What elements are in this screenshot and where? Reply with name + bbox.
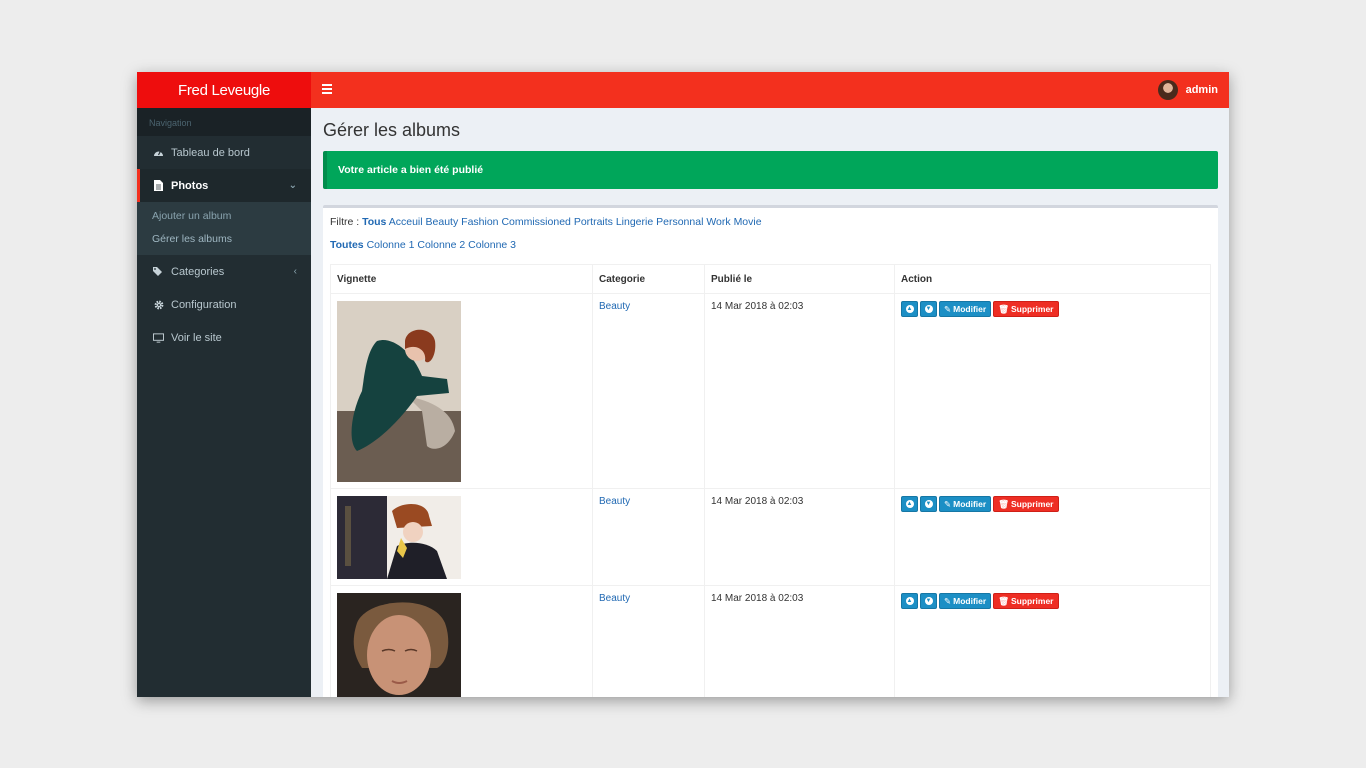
user-menu[interactable]: admin — [1157, 80, 1218, 100]
success-alert: Votre article a bien été publié — [323, 151, 1218, 189]
table-row: Beauty 14 Mar 2018 à 02:03 ▲ ▼ ✎ Modifier… — [330, 293, 1211, 489]
trash-icon: 🗑︎ — [998, 303, 1009, 314]
modify-button[interactable]: ✎ Modifier — [939, 496, 992, 512]
sidebar-item-categories[interactable]: Categories ‹ — [137, 255, 311, 288]
category-link[interactable]: Beauty — [599, 496, 630, 507]
menu-toggle-icon[interactable] — [322, 84, 332, 94]
modify-button[interactable]: ✎ Modifier — [939, 593, 992, 609]
arrow-up-icon: ▲ — [905, 597, 914, 605]
column-filter-link[interactable]: Colonne 2 — [417, 239, 465, 251]
category-link[interactable]: Beauty — [599, 593, 630, 604]
table-row: Beauty 14 Mar 2018 à 02:03 ▲ ▼ ✎ Modifier… — [330, 488, 1211, 586]
move-down-button[interactable]: ▼ — [920, 301, 937, 317]
arrow-down-icon: ▼ — [924, 500, 933, 508]
page-title: Gérer les albums — [323, 120, 461, 140]
photos-submenu: Ajouter un album Gérer les albums — [137, 202, 311, 255]
arrow-up-icon: ▲ — [905, 305, 914, 313]
chevron-left-icon: ‹ — [293, 266, 297, 277]
delete-button[interactable]: 🗑︎ Supprimer — [993, 301, 1059, 317]
alert-message: Votre article a bien été publié — [338, 164, 484, 176]
filter-link[interactable]: Lingerie — [616, 216, 653, 228]
filter-link[interactable]: Beauty — [426, 216, 459, 228]
column-header: Vignette — [330, 264, 593, 294]
sidebar-section-label: Navigation — [137, 108, 311, 136]
arrow-down-icon: ▼ — [924, 305, 933, 313]
filter-link[interactable]: Portraits — [574, 216, 613, 228]
file-icon — [153, 180, 164, 191]
edit-icon: ✎ — [944, 498, 952, 509]
publish-date: 14 Mar 2018 à 02:03 — [704, 585, 895, 697]
move-up-button[interactable]: ▲ — [901, 593, 918, 609]
column-filter-link[interactable]: Toutes — [330, 239, 364, 251]
sidebar-item-label: Photos — [171, 179, 209, 192]
submenu-item-manage-albums[interactable]: Gérer les albums — [137, 228, 311, 251]
category-filter: Filtre : Tous Acceuil Beauty Fashion Com… — [330, 216, 1211, 233]
table-header-row: Vignette Categorie Publié le Action — [330, 264, 1211, 294]
sidebar-item-dashboard[interactable]: Tableau de bord — [137, 136, 311, 169]
column-filter: Toutes Colonne 1 Colonne 2 Colonne 3 — [330, 239, 1211, 255]
column-header: Publié le — [704, 264, 895, 294]
sidebar: Navigation Tableau de bord Photos ⌄ Ajou… — [137, 108, 311, 697]
brand-name: Fred Leveugle — [178, 81, 270, 99]
desktop-icon — [153, 332, 164, 343]
filter-link[interactable]: Commissioned — [501, 216, 570, 228]
filter-label: Filtre : — [330, 216, 360, 228]
category-link[interactable]: Beauty — [599, 301, 630, 312]
column-filter-link[interactable]: Colonne 1 — [367, 239, 415, 251]
filter-link[interactable]: Acceuil — [389, 216, 423, 228]
album-thumbnail — [337, 496, 461, 579]
sidebar-item-label: Configuration — [171, 298, 237, 311]
dashboard-icon — [153, 147, 164, 158]
album-thumbnail — [337, 593, 461, 697]
app-window: Fred Leveugle admin Navigation Tableau d… — [137, 72, 1229, 697]
user-name: admin — [1185, 84, 1218, 96]
edit-icon: ✎ — [944, 595, 952, 606]
filter-link[interactable]: Movie — [734, 216, 762, 228]
sidebar-item-label: Voir le site — [171, 331, 222, 344]
tags-icon — [153, 266, 164, 277]
trash-icon: 🗑︎ — [998, 595, 1009, 606]
column-header: Action — [894, 264, 1211, 294]
submenu-item-add-album[interactable]: Ajouter un album — [137, 205, 311, 228]
gear-icon — [153, 299, 164, 310]
album-thumbnail — [337, 301, 461, 482]
albums-box: Filtre : Tous Acceuil Beauty Fashion Com… — [323, 205, 1218, 697]
sidebar-item-configuration[interactable]: Configuration — [137, 288, 311, 321]
move-down-button[interactable]: ▼ — [920, 593, 937, 609]
move-down-button[interactable]: ▼ — [920, 496, 937, 512]
publish-date: 14 Mar 2018 à 02:03 — [704, 488, 895, 586]
albums-table: Vignette Categorie Publié le Action Beau… — [330, 264, 1211, 697]
sidebar-item-view-site[interactable]: Voir le site — [137, 321, 311, 354]
modify-button[interactable]: ✎ Modifier — [939, 301, 992, 317]
sidebar-item-label: Categories — [171, 265, 225, 278]
table-row: Beauty 14 Mar 2018 à 02:03 ▲ ▼ ✎ Modifier… — [330, 585, 1211, 697]
delete-button[interactable]: 🗑︎ Supprimer — [993, 496, 1059, 512]
brand-logo[interactable]: Fred Leveugle — [137, 72, 311, 108]
arrow-down-icon: ▼ — [924, 597, 933, 605]
arrow-up-icon: ▲ — [905, 500, 914, 508]
main-content: Gérer les albums Votre article a bien ét… — [311, 108, 1229, 697]
filter-link[interactable]: Tous — [362, 216, 386, 228]
publish-date: 14 Mar 2018 à 02:03 — [704, 293, 895, 489]
sidebar-item-photos[interactable]: Photos ⌄ — [137, 169, 311, 202]
delete-button[interactable]: 🗑︎ Supprimer — [993, 593, 1059, 609]
top-navbar: admin — [311, 72, 1229, 108]
filter-link[interactable]: Fashion — [461, 216, 498, 228]
sidebar-item-label: Tableau de bord — [171, 146, 250, 159]
filter-link[interactable]: Personnal Work — [656, 216, 731, 228]
avatar — [1157, 80, 1178, 100]
move-up-button[interactable]: ▲ — [901, 496, 918, 512]
move-up-button[interactable]: ▲ — [901, 301, 918, 317]
edit-icon: ✎ — [944, 303, 952, 314]
column-header: Categorie — [592, 264, 705, 294]
chevron-down-icon: ⌄ — [288, 180, 297, 191]
trash-icon: 🗑︎ — [998, 498, 1009, 509]
column-filter-link[interactable]: Colonne 3 — [468, 239, 516, 251]
